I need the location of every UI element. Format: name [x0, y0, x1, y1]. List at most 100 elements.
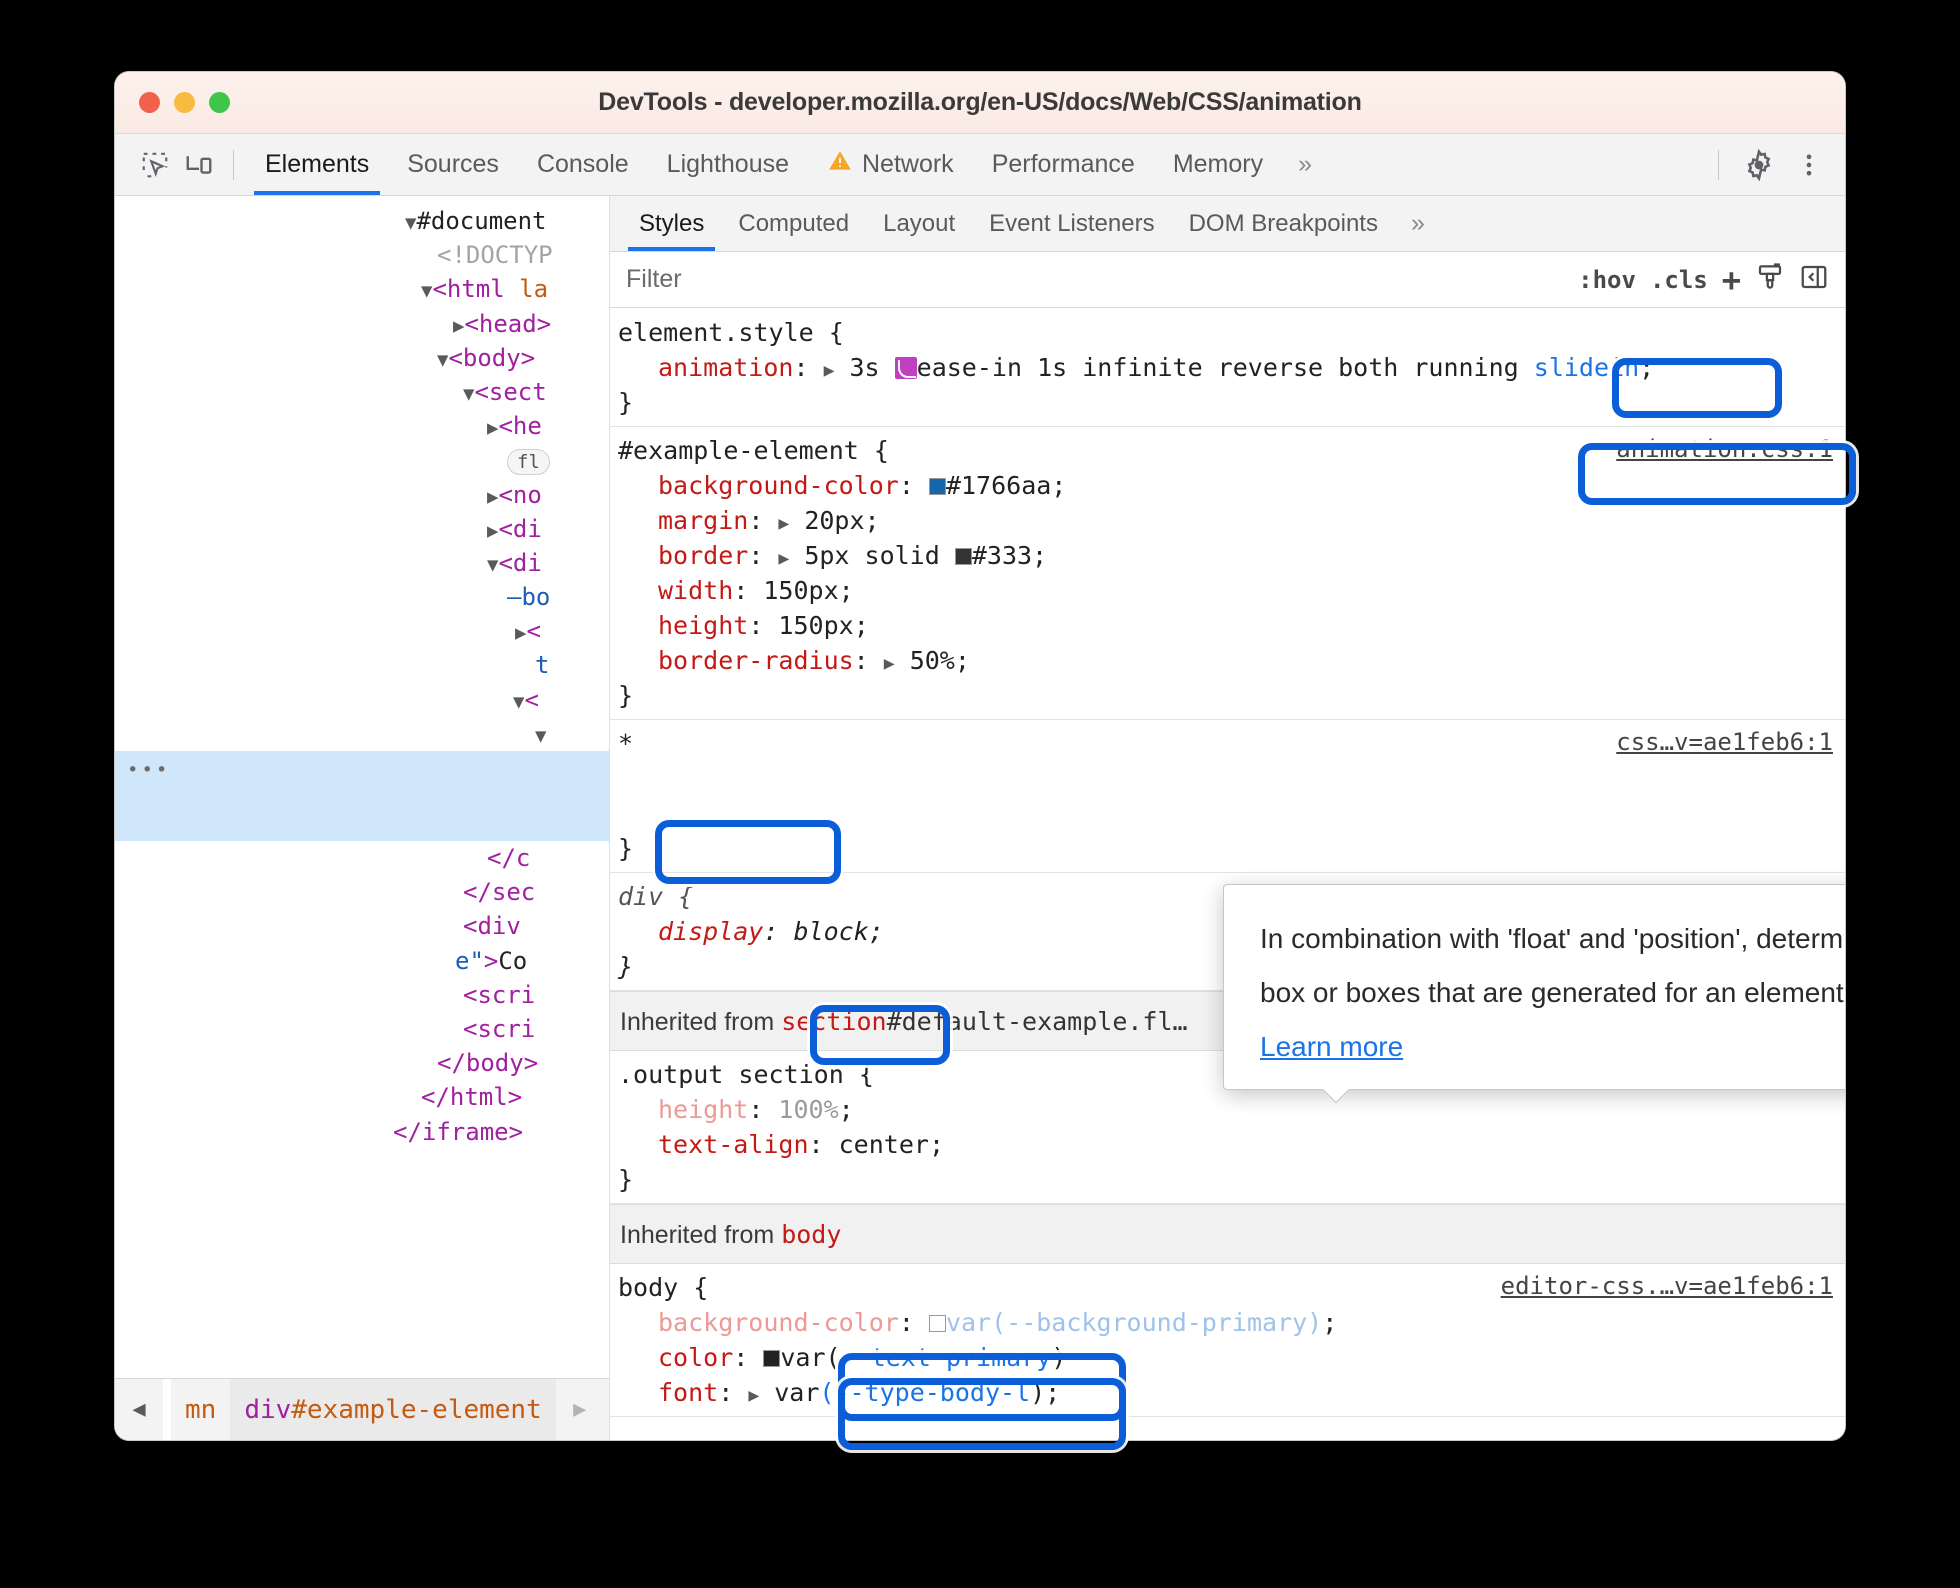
css-rules-list: element.style { animation: ▶ 3s ease-in …	[610, 309, 1845, 1440]
dom-row-flex-badge[interactable]: fl	[115, 443, 609, 477]
screen-background: DevTools - developer.mozilla.org/en-US/d…	[0, 0, 1960, 1588]
chevron-right-icon[interactable]: ▶	[556, 1397, 604, 1422]
tab-computed[interactable]: Computed	[721, 196, 866, 251]
tab-performance[interactable]: Performance	[973, 134, 1154, 195]
source-link-universal[interactable]: css…v=ae1feb6:1	[1616, 728, 1833, 756]
dom-row-close-section[interactable]: </sec	[115, 875, 609, 909]
declaration-animation[interactable]: animation: ▶ 3s ease-in 1s infinite reve…	[610, 350, 1845, 385]
declaration-font-body[interactable]: font: ▶ var(--type-body-l);	[610, 1375, 1845, 1410]
dom-row-script-2[interactable]: <scri	[115, 1012, 609, 1046]
source-link-animation-css[interactable]: animation.css:1	[1616, 435, 1833, 463]
dom-row-document[interactable]: ▼#document	[115, 204, 609, 238]
dom-row-doctype[interactable]: <!DOCTYP	[115, 238, 609, 272]
breadcrumb-item-current[interactable]: div #example-element	[230, 1379, 556, 1440]
tab-memory[interactable]: Memory	[1154, 134, 1282, 195]
styles-panel: Styles Computed Layout Event Listeners D…	[610, 196, 1845, 1440]
tab-layout[interactable]: Layout	[866, 196, 972, 251]
declaration-height[interactable]: height: 150px;	[610, 608, 1845, 643]
expand-arrow-icon[interactable]: ▶	[748, 1378, 759, 1413]
maximize-button[interactable]	[209, 92, 230, 113]
toggle-sidebar-icon[interactable]	[1799, 262, 1829, 298]
dom-row-noscript[interactable]: ▶<no	[115, 478, 609, 512]
dom-row-close-html[interactable]: </html>	[115, 1080, 609, 1114]
hov-button[interactable]: :hov	[1578, 266, 1636, 294]
dom-row-html[interactable]: ▼<html la	[115, 272, 609, 306]
gear-icon[interactable]	[1737, 143, 1781, 187]
kebab-menu-icon[interactable]	[1787, 143, 1831, 187]
more-tabs-icon[interactable]: »	[1282, 150, 1324, 179]
expand-arrow-icon[interactable]: ▶	[824, 353, 835, 388]
new-style-rule-button[interactable]: +	[1722, 261, 1741, 299]
rule-body[interactable]: body { editor-css.…v=ae1feb6:1 backgroun…	[610, 1264, 1845, 1417]
close-button[interactable]	[139, 92, 160, 113]
device-toolbar-icon[interactable]	[177, 143, 221, 187]
window-controls[interactable]	[139, 92, 230, 113]
minimize-button[interactable]	[174, 92, 195, 113]
rule-example-element[interactable]: #example-element { animation.css:1 backg…	[610, 427, 1845, 720]
declaration-background-color-body[interactable]: background-color: var(--background-prima…	[610, 1305, 1845, 1340]
dom-row-close-iframe[interactable]: </iframe>	[115, 1115, 609, 1149]
declaration-height-output[interactable]: height: 100%;	[610, 1092, 1845, 1127]
dom-row-shadow[interactable]: —bo	[115, 580, 609, 614]
breadcrumb-item-prev[interactable]: mn	[171, 1395, 230, 1425]
selector-element-style[interactable]: element.style {	[610, 315, 1845, 350]
dom-row-child-3[interactable]: ▼	[115, 717, 609, 751]
declaration-text-align[interactable]: text-align: center;	[610, 1127, 1845, 1162]
animation-name-value[interactable]: slidein	[1534, 353, 1639, 382]
tab-memory-label: Memory	[1172, 150, 1264, 178]
expand-arrow-icon[interactable]: ▶	[778, 541, 789, 576]
tab-styles[interactable]: Styles	[622, 196, 721, 251]
dom-row-close-body[interactable]: </body>	[115, 1046, 609, 1080]
source-link-editor-css-2[interactable]: editor-css.…v=ae1feb6:1	[1501, 1272, 1833, 1300]
dom-row-div-3[interactable]: <div	[115, 909, 609, 943]
inspect-element-icon[interactable]	[133, 143, 177, 187]
tab-network[interactable]: Network	[808, 134, 973, 195]
tab-lighthouse[interactable]: Lighthouse	[648, 134, 808, 195]
declaration-border-radius[interactable]: border-radius: ▶ 50%;	[610, 643, 1845, 678]
dom-row-header[interactable]: ▶<he	[115, 409, 609, 443]
styles-more-tabs-icon[interactable]: »	[1395, 209, 1437, 238]
dom-row-script-1[interactable]: <scri	[115, 978, 609, 1012]
tab-sources[interactable]: Sources	[388, 134, 518, 195]
expand-arrow-icon[interactable]: ▶	[778, 506, 789, 541]
dom-row-close-div[interactable]: </c	[115, 841, 609, 875]
dom-row-section[interactable]: ▼<sect	[115, 375, 609, 409]
cls-button[interactable]: .cls	[1650, 266, 1708, 294]
rule-element-style[interactable]: element.style { animation: ▶ 3s ease-in …	[610, 309, 1845, 427]
tab-elements[interactable]: Elements	[246, 134, 388, 195]
declaration-background-color[interactable]: background-color: #1766aa;	[610, 468, 1845, 503]
declaration-width[interactable]: width: 150px;	[610, 573, 1845, 608]
dom-row-body[interactable]: ▼<body>	[115, 341, 609, 375]
dom-row-child-2[interactable]: ▼<	[115, 683, 609, 717]
tab-console[interactable]: Console	[518, 134, 648, 195]
dom-row-child-1[interactable]: ▶<	[115, 614, 609, 648]
color-swatch[interactable]	[928, 478, 946, 495]
expand-arrow-icon[interactable]: ▶	[884, 646, 895, 681]
dom-row-text-content[interactable]: e">Co	[115, 944, 609, 978]
styles-panel-tabs: Styles Computed Layout Event Listeners D…	[610, 196, 1845, 252]
tab-dom-breakpoints[interactable]: DOM Breakpoints	[1172, 196, 1395, 251]
dom-row-selected[interactable]: •••	[115, 751, 609, 841]
tab-event-listeners[interactable]: Event Listeners	[972, 196, 1171, 251]
dom-row-text[interactable]: t	[115, 648, 609, 682]
declaration-color-body[interactable]: color: var(--text-primary)	[610, 1340, 1845, 1375]
dom-tree-panel[interactable]: ▼#document <!DOCTYP ▼<html la ▶<head> ▼<…	[115, 196, 610, 1440]
learn-more-link[interactable]: Learn more	[1260, 1031, 1403, 1063]
window-titlebar: DevTools - developer.mozilla.org/en-US/d…	[115, 72, 1845, 134]
easing-curve-swatch[interactable]	[894, 357, 917, 379]
chevron-left-icon[interactable]: ◀	[115, 1397, 163, 1422]
color-swatch[interactable]	[954, 548, 972, 565]
inherited-selector-body[interactable]: body	[781, 1220, 841, 1249]
declaration-border[interactable]: border: ▶ 5px solid #333;	[610, 538, 1845, 573]
filter-input[interactable]	[624, 264, 1563, 295]
paintbrush-icon[interactable]	[1755, 262, 1785, 298]
dom-row-head[interactable]: ▶<head>	[115, 307, 609, 341]
tab-event-listeners-label: Event Listeners	[989, 209, 1155, 237]
rule-universal[interactable]: * css…v=ae1feb6:1 }	[610, 720, 1845, 873]
dom-row-div-2[interactable]: ▼<di	[115, 546, 609, 580]
inherited-selector-tag[interactable]: section	[781, 1007, 886, 1036]
color-swatch[interactable]	[763, 1350, 781, 1367]
dom-row-div-1[interactable]: ▶<di	[115, 512, 609, 546]
color-swatch[interactable]	[928, 1315, 946, 1332]
declaration-margin[interactable]: margin: ▶ 20px;	[610, 503, 1845, 538]
